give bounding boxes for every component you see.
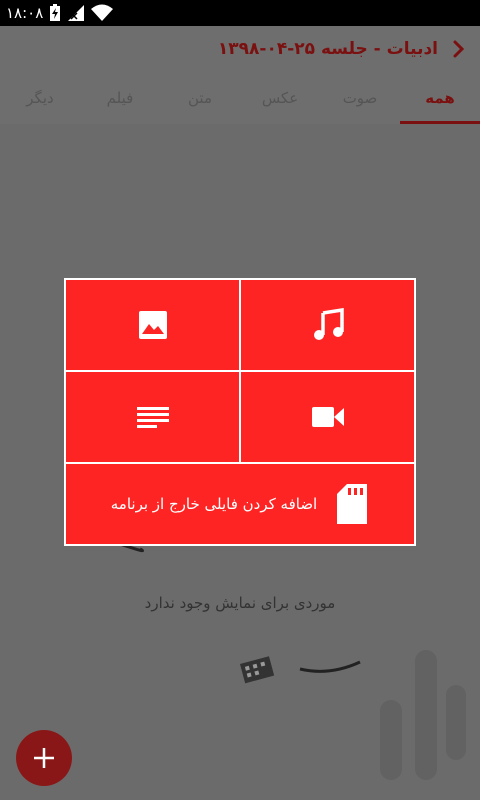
app-bar: ادبیات - جلسه ۲۵-۰۴-۱۳۹۸: [0, 26, 480, 72]
tab-bar: همه صوت عکس متن فیلم دیگر: [0, 72, 480, 124]
page-title: ادبیات - جلسه ۲۵-۰۴-۱۳۹۸: [217, 39, 438, 59]
tab-video[interactable]: فیلم: [80, 72, 160, 124]
tab-all[interactable]: همه: [400, 72, 480, 124]
empty-state-illustration: [120, 544, 361, 684]
music-icon: [313, 308, 344, 340]
add-audio-option[interactable]: [241, 280, 414, 370]
tab-other[interactable]: دیگر: [0, 72, 80, 124]
tab-audio[interactable]: صوت: [320, 72, 400, 124]
status-time: ۱۸:۰۸: [6, 4, 44, 22]
image-icon: [138, 311, 167, 339]
battery-charging-icon: [49, 4, 61, 22]
add-video-option[interactable]: [241, 372, 414, 462]
back-chevron-icon[interactable]: [450, 39, 466, 59]
sd-card-icon: [337, 484, 368, 524]
add-image-option[interactable]: [66, 280, 239, 370]
tab-photo[interactable]: عکس: [240, 72, 320, 124]
tab-text[interactable]: متن: [160, 72, 240, 124]
wifi-icon: [91, 4, 114, 22]
add-text-option[interactable]: [66, 372, 239, 462]
add-fab-button[interactable]: [16, 730, 72, 786]
external-file-label: اضافه کردن فایلی خارج از برنامه: [110, 495, 318, 513]
empty-state-message: موردی برای نمایش وجود ندارد: [144, 594, 336, 612]
add-file-dialog: اضافه کردن فایلی خارج از برنامه: [64, 278, 416, 546]
plus-icon: [34, 748, 54, 768]
add-external-file-option[interactable]: اضافه کردن فایلی خارج از برنامه: [66, 464, 414, 544]
bazaar-watermark-icon: [380, 650, 466, 780]
signal-icon: [67, 4, 85, 22]
status-bar: ۱۸:۰۸: [0, 0, 480, 26]
text-icon: [136, 407, 169, 428]
video-icon: [311, 407, 344, 427]
